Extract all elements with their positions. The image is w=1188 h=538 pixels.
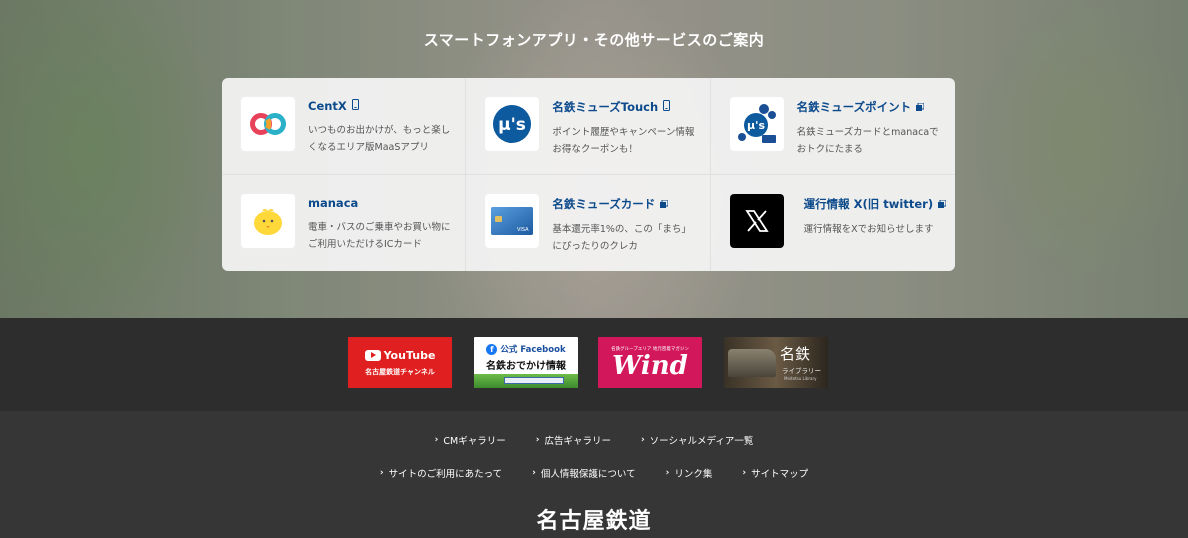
- x-logo-icon: [729, 193, 784, 248]
- library-title: 名鉄: [780, 345, 811, 363]
- muse-point-icon: μ's: [729, 97, 784, 151]
- youtube-play-icon: [364, 349, 381, 361]
- service-panel: CentX いつものお出かけが、もっと楽しくなるエリア版MaaSアプリ μ's …: [222, 78, 955, 271]
- smartphone-icon: [351, 99, 359, 113]
- wind-banner[interactable]: 名鉄グループエリア 地元密着マガジン Wind: [598, 337, 702, 388]
- chevron-right-icon: ›: [535, 435, 540, 445]
- youtube-logo-text: YouTube: [383, 348, 436, 362]
- service-desc: 運行情報をXでお知らせします: [803, 223, 934, 235]
- external-link-icon: [916, 100, 925, 114]
- external-link-icon: [938, 197, 947, 211]
- facebook-title: 名鉄おでかけ情報: [486, 361, 566, 372]
- svg-text:μ's: μ's: [498, 115, 526, 135]
- muse-card-icon: VISA: [485, 193, 540, 248]
- service-x-twitter[interactable]: 運行情報 X(旧 twitter) 運行情報をXでお知らせします: [711, 175, 955, 272]
- service-desc: 名鉄ミューズカードとmanacaでおトクにたまる: [796, 127, 939, 155]
- service-muse-touch[interactable]: μ's 名鉄ミューズTouch ポイント履歴やキャンペーン情報お得なクーポンも！: [466, 78, 711, 175]
- service-muse-card[interactable]: VISA 名鉄ミューズカード 基本還元率1%の、この「まち」にぴったりのクレカ: [466, 174, 711, 271]
- library-subtitle: ライブラリー: [782, 367, 821, 375]
- service-desc: 基本還元率1%の、この「まち」にぴったりのクレカ: [552, 223, 691, 252]
- chevron-right-icon: ›: [379, 468, 384, 478]
- footer-link-social-media[interactable]: › ソーシャルメディア一覧: [641, 433, 753, 447]
- footer-links-row2: › サイトのご利用にあたって › 個人情報保護について › リンク集 › サイトマップ: [0, 466, 1188, 480]
- chevron-right-icon: ›: [665, 468, 670, 478]
- chevron-right-icon: ›: [532, 468, 536, 478]
- facebook-icon: f: [486, 343, 498, 355]
- youtube-banner[interactable]: YouTube 名古屋鉄道チャンネル: [348, 337, 452, 388]
- train-graphic: [504, 377, 564, 384]
- footer-link-cm-gallery[interactable]: › CMギャラリー: [435, 433, 506, 447]
- footer-link-links[interactable]: › リンク集: [666, 466, 713, 480]
- hero-title: スマートフォンアプリ・その他サービスのご案内: [423, 31, 765, 49]
- footer-link-terms[interactable]: › サイトのご利用にあたって: [380, 466, 502, 480]
- service-name: 運行情報 X(旧 twitter): [803, 196, 934, 211]
- external-link-icon: [660, 197, 669, 211]
- footer-links-row1: › CMギャラリー › 広告ギャラリー › ソーシャルメディア一覧: [0, 433, 1188, 447]
- smartphone-icon: [663, 100, 671, 114]
- service-centx[interactable]: CentX いつものお出かけが、もっと楽しくなるエリア版MaaSアプリ: [222, 78, 467, 175]
- manaca-icon: [241, 193, 295, 248]
- chevron-right-icon: ›: [640, 435, 645, 445]
- library-banner[interactable]: 名鉄 ライブラリー Meitetsu Library: [724, 337, 828, 388]
- facebook-banner[interactable]: f 公式 Facebook 名鉄おでかけ情報: [474, 337, 578, 388]
- facebook-label: 公式 Facebook: [500, 345, 566, 355]
- service-name: 名鉄ミューズポイント: [796, 100, 912, 114]
- youtube-subtitle: 名古屋鉄道チャンネル: [365, 367, 435, 376]
- service-name: CentX: [308, 99, 347, 113]
- service-manaca[interactable]: manaca 電車・バスのご乗車やお買い物にご利用いただけるICカード: [222, 174, 467, 271]
- chevron-right-icon: ›: [742, 468, 747, 478]
- train-photo: [728, 349, 776, 377]
- footer-link-ad-gallery[interactable]: › 広告ギャラリー: [536, 433, 611, 447]
- service-desc: ポイント履歴やキャンペーン情報お得なクーポンも！: [552, 127, 695, 155]
- service-name: 名鉄ミューズTouch: [552, 100, 659, 114]
- banner-strip: YouTube 名古屋鉄道チャンネル f 公式 Facebook 名鉄おでかけ情…: [0, 318, 1188, 411]
- svg-text:VISA: VISA: [517, 227, 529, 233]
- service-name: manaca: [308, 195, 359, 210]
- service-desc: いつものお出かけが、もっと楽しくなるエリア版MaaSアプリ: [308, 125, 451, 153]
- service-name: 名鉄ミューズカード: [552, 196, 656, 211]
- centx-icon: [241, 97, 295, 151]
- library-en: Meitetsu Library: [784, 376, 817, 381]
- wind-logo: Wind: [612, 350, 688, 381]
- svg-text:μ's: μ's: [747, 119, 765, 132]
- footer-link-sitemap[interactable]: › サイトマップ: [742, 466, 808, 480]
- footer: › CMギャラリー › 広告ギャラリー › ソーシャルメディア一覧 › サイトのご利用に…: [0, 411, 1188, 538]
- chevron-right-icon: ›: [434, 435, 439, 445]
- service-desc: 電車・バスのご乗車やお買い物にご利用いただけるICカード: [308, 221, 451, 250]
- company-logo[interactable]: 名古屋鉄道: [0, 503, 1188, 535]
- muse-touch-icon: μ's: [485, 97, 540, 151]
- service-muse-point[interactable]: μ's 名鉄ミューズポイント 名鉄ミューズカードとmanacaでおトクにたまる: [710, 78, 955, 175]
- footer-link-privacy[interactable]: › 個人情報保護について: [532, 466, 635, 480]
